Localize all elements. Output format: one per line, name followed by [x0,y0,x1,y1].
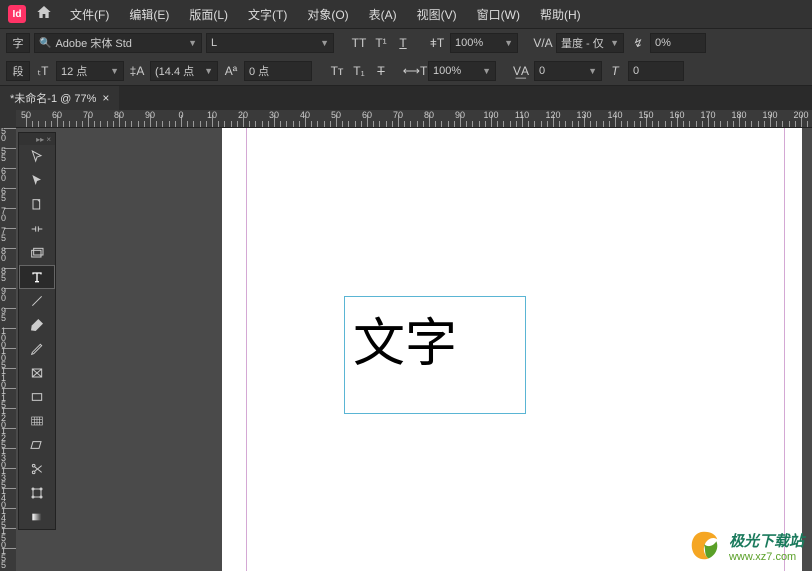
kerning-icon: V/A [534,34,552,52]
grid-tool[interactable] [19,409,55,433]
line-tool[interactable] [19,289,55,313]
hscale-value: 100% [433,65,461,77]
pen-tool[interactable] [19,313,55,337]
baseline-value: 0 点 [249,63,269,79]
text-content[interactable]: 文字 [345,297,525,380]
watermark-logo-icon [685,527,723,565]
tools-panel: ▸▸ × [18,132,56,530]
pencil-tool[interactable] [19,337,55,361]
page-tool[interactable] [19,193,55,217]
close-icon[interactable]: × [102,91,109,105]
underline-icon[interactable]: T [394,34,412,52]
margin-guide-right [784,128,785,571]
skew-icon: ↯ [628,34,646,52]
margin-guide-left [246,128,247,571]
font-family-value: Adobe 宋体 Std [55,35,131,51]
ruler-vertical[interactable]: 5055606570758085909510010511011512012513… [0,128,16,571]
rectangle-frame-tool[interactable] [19,361,55,385]
menu-text[interactable]: 文字(T) [240,2,295,27]
direct-selection-tool[interactable] [19,169,55,193]
menu-table[interactable]: 表(A) [361,2,405,27]
menu-help[interactable]: 帮助(H) [532,2,589,27]
fontsize-input[interactable]: 12 点▼ [56,61,124,81]
opacity-value: 0% [655,37,671,49]
character-tab[interactable]: 字 [6,33,30,53]
leading-input[interactable]: (14.4 点▼ [150,61,218,81]
control-panel: 字 🔍Adobe 宋体 Std ▼ L ▼ TT T¹ T ǂT 100%▼ V… [0,28,812,86]
type-tool[interactable] [19,265,55,289]
tracking-icon: V͟A [512,62,530,80]
skew-input[interactable]: 0 [628,61,684,81]
font-family-select[interactable]: 🔍Adobe 宋体 Std ▼ [34,33,202,53]
document-tab-label: *未命名-1 @ 77% [10,90,96,106]
vscale-icon: ǂT [428,34,446,52]
menu-bar: Id 文件(F) 编辑(E) 版面(L) 文字(T) 对象(O) 表(A) 视图… [0,0,812,28]
home-icon[interactable] [36,4,52,25]
canvas-area[interactable]: 文字 [16,128,812,571]
content-collector-tool[interactable] [19,241,55,265]
strikethrough-icon[interactable]: T [372,62,390,80]
watermark: 极光下载站 www.xz7.com [685,527,804,565]
paragraph-tab[interactable]: 段 [6,61,30,81]
selection-tool[interactable] [19,145,55,169]
fontsize-icon: ₜT [34,62,52,80]
ruler-horizontal[interactable]: 5060708090010203040506070809010011012013… [16,110,812,128]
kerning-value: 量度 - 仅 [561,35,604,51]
fontsize-value: 12 点 [61,63,87,79]
hscale-icon: ⟷T [406,62,424,80]
tracking-value: 0 [539,65,545,77]
document-tab-bar: *未命名-1 @ 77% × [0,86,812,110]
allcaps-icon[interactable]: TT [350,34,368,52]
rotation-icon: T [606,62,624,80]
workspace: 5055606570758085909510010511011512012513… [0,128,812,571]
menu-file[interactable]: 文件(F) [62,2,117,27]
baseline-icon: Aª [222,62,240,80]
shear-tool[interactable] [19,433,55,457]
superscript-icon[interactable]: T¹ [372,34,390,52]
watermark-url: www.xz7.com [729,551,804,563]
app-icon: Id [8,5,26,23]
document-tab[interactable]: *未命名-1 @ 77% × [0,86,119,110]
free-transform-tool[interactable] [19,481,55,505]
menu-layout[interactable]: 版面(L) [181,2,236,27]
tracking-input[interactable]: 0▼ [534,61,602,81]
leading-value: (14.4 点 [155,63,194,79]
baseline-input[interactable]: 0 点 [244,61,312,81]
control-row-2: 段 ₜT 12 点▼ ‡A (14.4 点▼ Aª 0 点 Tᴛ T₁ T ⟷T… [0,57,812,85]
rectangle-tool[interactable] [19,385,55,409]
menu-edit[interactable]: 编辑(E) [121,2,177,27]
control-row-1: 字 🔍Adobe 宋体 Std ▼ L ▼ TT T¹ T ǂT 100%▼ V… [0,29,812,57]
hscale-input[interactable]: 100%▼ [428,61,496,81]
chevron-down-icon: ▼ [320,38,329,48]
smallcaps-icon[interactable]: Tᴛ [328,62,346,80]
vscale-value: 100% [455,37,483,49]
text-frame[interactable]: 文字 [344,296,526,414]
chevron-down-icon: ▼ [188,38,197,48]
opacity-input[interactable]: 0% [650,33,706,53]
tools-panel-header[interactable]: ▸▸ × [19,133,55,145]
subscript-icon[interactable]: T₁ [350,62,368,80]
gap-tool[interactable] [19,217,55,241]
menu-object[interactable]: 对象(O) [299,2,356,27]
gradient-swatch-tool[interactable] [19,505,55,529]
menu-view[interactable]: 视图(V) [409,2,465,27]
font-style-value: L [211,37,217,49]
leading-icon: ‡A [128,62,146,80]
font-style-select[interactable]: L ▼ [206,33,334,53]
skew-value: 0 [633,65,639,77]
menu-window[interactable]: 窗口(W) [469,2,528,27]
scissors-tool[interactable] [19,457,55,481]
vscale-input[interactable]: 100%▼ [450,33,518,53]
watermark-title: 极光下载站 [729,530,804,551]
kerning-input[interactable]: 量度 - 仅▼ [556,33,624,53]
